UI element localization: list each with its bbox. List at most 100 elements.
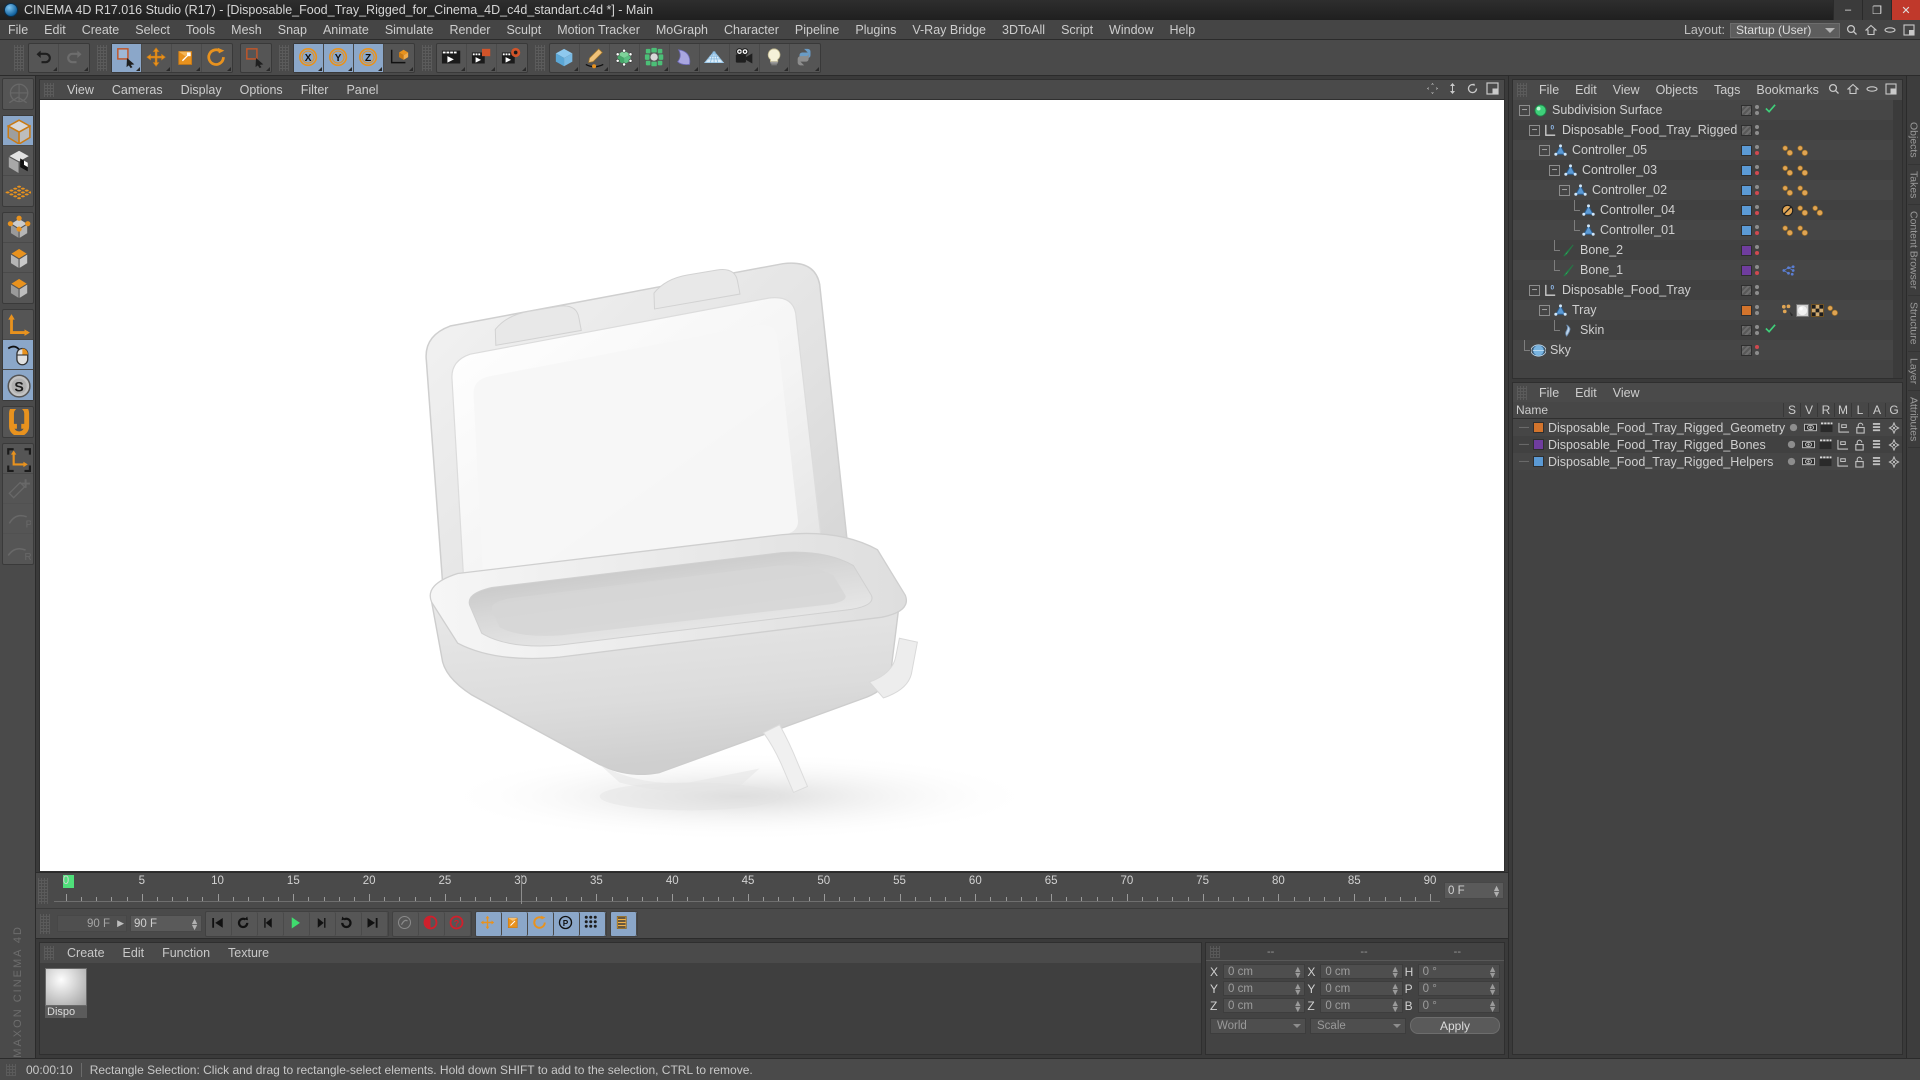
rotate-view-icon[interactable] — [1466, 82, 1479, 98]
record-active-objects-button[interactable] — [419, 911, 445, 936]
vertexmap-tag-icon[interactable] — [1781, 303, 1794, 317]
previous-keyframe-button[interactable] — [232, 911, 258, 936]
add-nurbs-button[interactable] — [610, 43, 640, 72]
object-row[interactable]: − Subdivision Surface — [1513, 100, 1902, 120]
visibility-dots[interactable] — [1755, 345, 1759, 355]
layer-cell-a[interactable] — [1869, 422, 1886, 434]
constraint-tag-icon[interactable] — [1781, 224, 1794, 237]
home-icon[interactable] — [1846, 82, 1860, 96]
dropdown-corner-icon[interactable] — [84, 66, 88, 71]
layer-cell-s[interactable] — [1785, 422, 1802, 433]
expander-toggle[interactable]: − — [1529, 124, 1540, 136]
model-mode-button[interactable] — [2, 116, 33, 146]
material-menu-edit[interactable]: Edit — [114, 946, 154, 960]
toolbar-grip[interactable] — [97, 44, 107, 71]
live-selection-button[interactable] — [112, 43, 142, 72]
editor-visibility-dot[interactable] — [1755, 145, 1759, 149]
visibility-dots[interactable] — [1755, 245, 1759, 255]
editor-visibility-dot[interactable] — [1755, 345, 1759, 349]
visibility-dots[interactable] — [1755, 165, 1759, 175]
key-rotation-button[interactable] — [528, 911, 554, 936]
axis-modify-button[interactable] — [2, 310, 33, 340]
add-camera-button[interactable] — [730, 43, 760, 72]
move-button[interactable] — [142, 43, 172, 72]
render-visibility-dot[interactable] — [1755, 311, 1759, 315]
layer-cell-a[interactable] — [1868, 439, 1885, 451]
menu-item-window[interactable]: Window — [1101, 20, 1161, 40]
rotate-p-button[interactable]: P — [2, 504, 33, 534]
layer-cell-m[interactable] — [1835, 422, 1852, 434]
constraint-tag-icon[interactable] — [1826, 304, 1839, 317]
visibility-dots[interactable] — [1755, 145, 1759, 155]
constraint-tag-icon[interactable] — [1781, 164, 1794, 177]
object-menu-tags[interactable]: Tags — [1706, 83, 1748, 97]
object-row[interactable]: − 0 Disposable_Food_Tray — [1513, 280, 1902, 300]
search-icon[interactable] — [1827, 82, 1841, 96]
layer-color-swatch[interactable] — [1741, 104, 1752, 116]
menu-item-script[interactable]: Script — [1053, 20, 1101, 40]
right-tab-takes[interactable]: Takes — [1907, 165, 1920, 206]
layer-color-swatch[interactable] — [1741, 244, 1752, 256]
layer-cell-g[interactable] — [1885, 421, 1902, 434]
layer-cell-v[interactable] — [1802, 422, 1819, 433]
visibility-dots[interactable] — [1755, 305, 1759, 315]
editor-visibility-dot[interactable] — [1755, 165, 1759, 169]
lock-z-button[interactable]: Z — [354, 43, 384, 72]
constraint-tag-icon[interactable] — [1796, 144, 1809, 157]
object-tree[interactable]: − Subdivision Surface −0 Disposable_Food_Tr… — [1513, 100, 1902, 378]
dropdown-corner-icon[interactable] — [53, 66, 57, 71]
layer-cell-s[interactable] — [1783, 456, 1800, 467]
menu-item-create[interactable]: Create — [74, 20, 128, 40]
object-menu-bookmarks[interactable]: Bookmarks — [1748, 83, 1827, 97]
keyframe-selection-button[interactable]: ? — [445, 911, 471, 936]
new-window-icon[interactable] — [1902, 23, 1916, 37]
key-pla-button[interactable] — [580, 911, 606, 936]
editor-visibility-dot[interactable] — [1755, 125, 1759, 129]
dropdown-corner-icon[interactable] — [227, 66, 231, 71]
size-field-z[interactable]: 0 cm ▲ ▼ — [1320, 998, 1403, 1014]
go-to-end-button[interactable] — [362, 911, 388, 936]
dropdown-corner-icon[interactable] — [348, 66, 352, 71]
layer-color-swatch[interactable] — [1533, 439, 1544, 451]
maximize-button[interactable]: ❐ — [1862, 0, 1891, 20]
apply-button[interactable]: Apply — [1410, 1017, 1500, 1034]
lock-x-button[interactable]: X — [294, 43, 324, 72]
render-settings-button[interactable] — [497, 44, 527, 72]
new-window-icon[interactable] — [1884, 82, 1898, 96]
layer-menu-edit[interactable]: Edit — [1567, 386, 1605, 400]
coordinate-grip[interactable] — [1210, 945, 1220, 958]
render-visibility-dot[interactable] — [1755, 211, 1759, 215]
texture-mode-button[interactable] — [2, 146, 33, 176]
next-keyframe-button[interactable] — [336, 911, 362, 936]
weight-tag-icon[interactable] — [1781, 264, 1795, 277]
visibility-dots[interactable] — [1755, 285, 1759, 295]
editor-visibility-dot[interactable] — [1755, 325, 1759, 329]
object-tree-scrollbar[interactable] — [1893, 100, 1902, 378]
step-back-button[interactable] — [258, 911, 284, 936]
step-forward-button[interactable] — [310, 911, 336, 936]
render-visibility-dot[interactable] — [1755, 291, 1759, 295]
layer-cell-v[interactable] — [1800, 439, 1817, 450]
close-button[interactable]: ✕ — [1891, 0, 1920, 20]
object-menu-view[interactable]: View — [1605, 83, 1648, 97]
layer-cell-g[interactable] — [1885, 455, 1902, 468]
layer-cell-g[interactable] — [1885, 438, 1902, 451]
layer-color-swatch[interactable] — [1533, 422, 1544, 434]
spinner-icon[interactable]: ▲ ▼ — [190, 917, 199, 932]
object-row[interactable]: − Controller_02 — [1513, 180, 1902, 200]
dropdown-corner-icon[interactable] — [815, 66, 819, 71]
menu-item-mograph[interactable]: MoGraph — [648, 20, 716, 40]
render-visibility-dot[interactable] — [1755, 331, 1759, 335]
expander-toggle[interactable]: − — [1519, 104, 1530, 116]
object-row[interactable]: − Controller_05 — [1513, 140, 1902, 160]
menu-item-file[interactable]: File — [0, 20, 36, 40]
size-field-x[interactable]: 0 cm ▲ ▼ — [1320, 964, 1403, 980]
layer-color-swatch[interactable] — [1741, 264, 1752, 276]
viewport-3d[interactable] — [39, 99, 1505, 872]
render-visibility-dot[interactable] — [1755, 271, 1759, 275]
visibility-dots[interactable] — [1755, 265, 1759, 275]
dropdown-corner-icon[interactable] — [664, 66, 668, 71]
object-row[interactable]: Bone_2 — [1513, 240, 1902, 260]
uv-tag-icon[interactable] — [1811, 303, 1824, 317]
render-view-button[interactable] — [437, 43, 467, 72]
